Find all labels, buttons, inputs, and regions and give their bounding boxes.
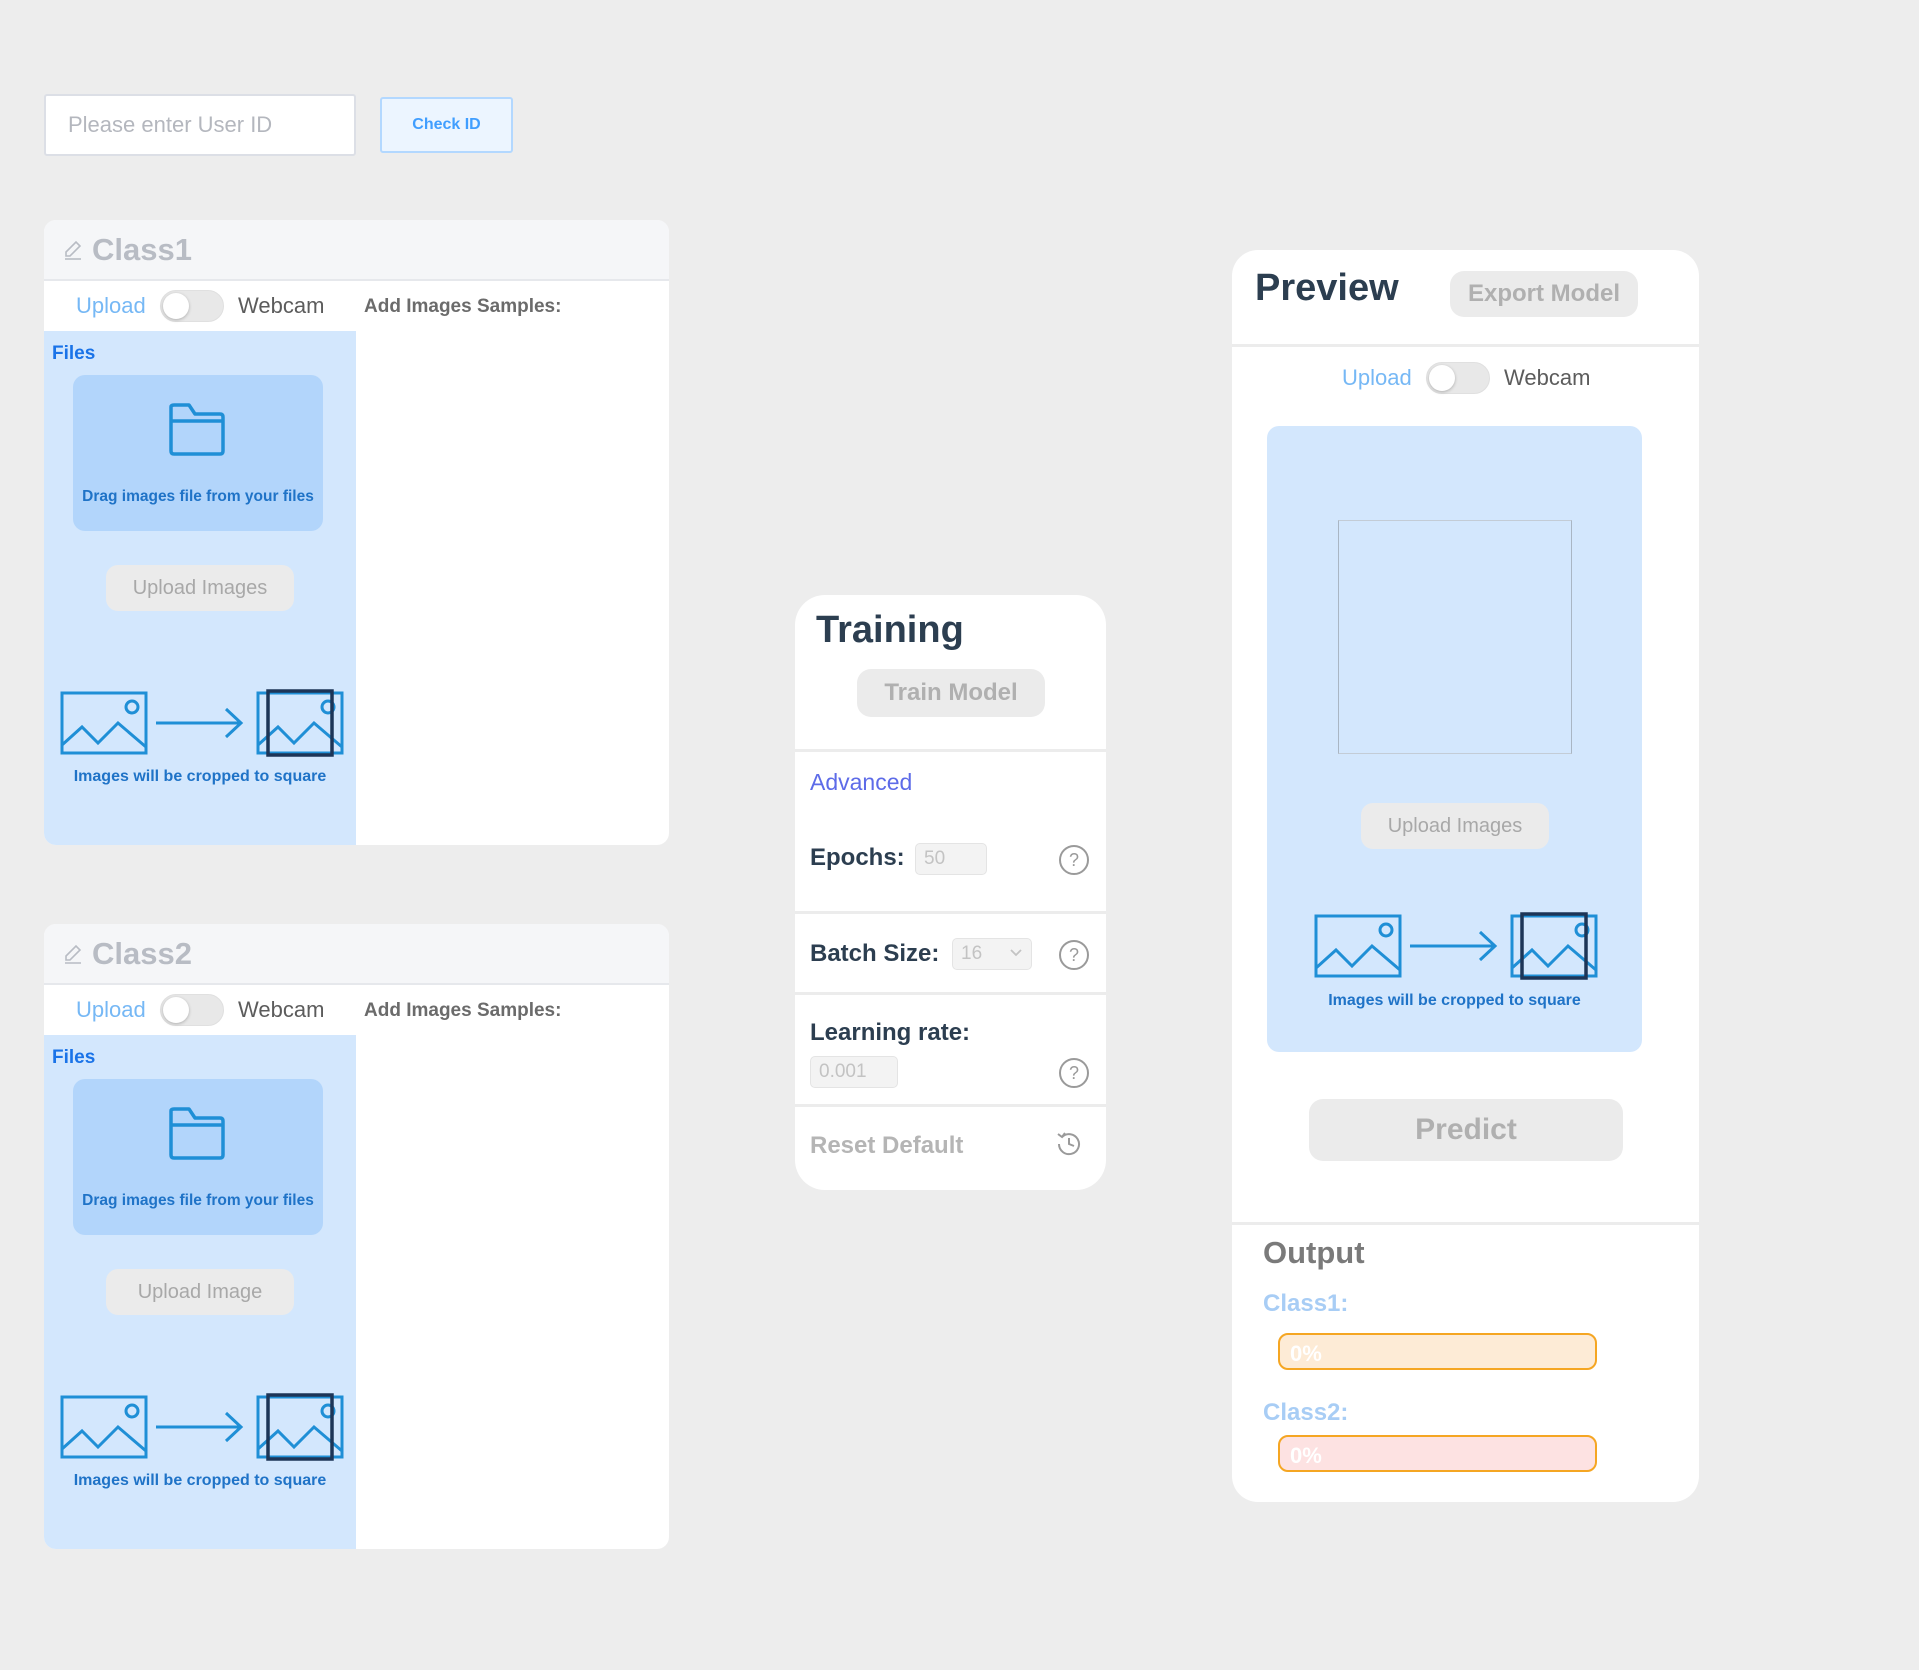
output-label-class2: Class2:	[1263, 1399, 1349, 1426]
learning-rate-input[interactable]: 0.001	[810, 1056, 898, 1088]
files-label: Files	[52, 1047, 96, 1068]
folder-icon	[169, 1107, 225, 1160]
mode-upload-label[interactable]: Upload	[76, 293, 146, 319]
folder-icon	[169, 403, 225, 456]
drop-text: Drag images file from your files	[82, 488, 314, 505]
user-id-input[interactable]	[44, 94, 356, 156]
mode-webcam-label[interactable]: Webcam	[238, 997, 324, 1023]
divider	[795, 992, 1106, 995]
advanced-toggle[interactable]: Advanced	[810, 769, 912, 796]
upload-images-button[interactable]: Upload Images	[106, 565, 294, 611]
mode-upload-label[interactable]: Upload	[1342, 365, 1412, 391]
crop-illustration	[60, 689, 344, 757]
toggle-knob	[1429, 365, 1455, 391]
batch-size-select[interactable]: 16	[952, 938, 1032, 970]
class-title[interactable]: Class1	[92, 232, 192, 268]
reset-default-button[interactable]: Reset Default	[810, 1132, 963, 1160]
samples-label: Add Images Samples:	[364, 296, 562, 317]
image-icon	[60, 691, 148, 755]
preview-image-frame[interactable]	[1338, 520, 1572, 754]
class-card-2: Class2 Upload Webcam Add Images Samples:…	[44, 924, 669, 1549]
upload-images-button[interactable]: Upload Images	[1361, 803, 1549, 849]
image-icon	[60, 1395, 148, 1459]
chevron-down-icon	[1010, 949, 1022, 957]
arrow-right-icon	[156, 707, 244, 739]
training-title: Training	[816, 609, 964, 651]
crop-text: Images will be cropped to square	[73, 1472, 327, 1489]
preview-upload-panel: Upload Images Images will be cropped to …	[1267, 426, 1642, 1052]
toggle-knob	[163, 293, 189, 319]
crop-text: Images will be cropped to square	[73, 768, 327, 785]
check-id-button[interactable]: Check ID	[380, 97, 513, 153]
mode-toggle[interactable]	[160, 994, 224, 1026]
svg-text:?: ?	[1069, 850, 1079, 870]
output-percent: 0%	[1290, 1341, 1322, 1366]
preview-card: Preview Export Model Upload Webcam Uploa…	[1232, 250, 1699, 1502]
output-label-class1: Class1:	[1263, 1290, 1349, 1317]
arrow-right-icon	[156, 1411, 244, 1443]
upload-panel: Files Drag images file from your files U…	[44, 1035, 356, 1549]
divider	[795, 1104, 1106, 1107]
predict-button[interactable]: Predict	[1309, 1099, 1623, 1161]
preview-title: Preview	[1255, 267, 1399, 309]
cropped-image-icon	[1510, 912, 1598, 980]
pencil-icon[interactable]	[62, 239, 84, 261]
arrow-right-icon	[1410, 930, 1498, 962]
epochs-input[interactable]: 50	[915, 843, 987, 875]
cropped-image-icon	[256, 689, 344, 757]
batch-size-value: 16	[961, 943, 983, 964]
output-percent: 0%	[1290, 1443, 1322, 1468]
mode-toggle[interactable]	[1426, 362, 1490, 394]
divider	[1232, 1222, 1699, 1225]
output-bar-class2: 0%	[1278, 1435, 1597, 1472]
class-title[interactable]: Class2	[92, 936, 192, 972]
class-card-1: Class1 Upload Webcam Add Images Samples:…	[44, 220, 669, 845]
drop-text: Drag images file from your files	[82, 1192, 314, 1209]
mode-toggle[interactable]	[160, 290, 224, 322]
crop-text: Images will be cropped to square	[1328, 992, 1581, 1009]
upload-panel: Files Drag images file from your files U…	[44, 331, 356, 845]
upload-image-button[interactable]: Upload Image	[106, 1269, 294, 1315]
export-model-button[interactable]: Export Model	[1450, 271, 1638, 317]
crop-illustration	[1314, 912, 1598, 980]
mode-webcam-label[interactable]: Webcam	[1504, 365, 1590, 391]
drop-zone[interactable]: Drag images file from your files	[73, 1079, 323, 1235]
train-model-button[interactable]: Train Model	[857, 669, 1045, 717]
class-header: Class2	[44, 924, 669, 985]
crop-illustration	[60, 1393, 344, 1461]
input-mode-row: Upload Webcam Add Images Samples:	[44, 281, 669, 331]
divider	[795, 749, 1106, 752]
divider	[1232, 344, 1699, 347]
history-icon[interactable]	[1053, 1128, 1085, 1160]
toggle-knob	[163, 997, 189, 1023]
mode-webcam-label[interactable]: Webcam	[238, 293, 324, 319]
help-icon[interactable]: ?	[1058, 844, 1090, 876]
svg-text:?: ?	[1069, 1063, 1079, 1083]
files-label: Files	[52, 343, 96, 364]
help-icon[interactable]: ?	[1058, 1057, 1090, 1089]
help-icon[interactable]: ?	[1058, 939, 1090, 971]
samples-label: Add Images Samples:	[364, 1000, 562, 1021]
batch-size-label: Batch Size:	[810, 940, 940, 967]
training-card: Training Train Model Advanced Epochs: 50…	[795, 595, 1106, 1190]
learning-rate-label: Learning rate:	[810, 1019, 971, 1046]
class-header: Class1	[44, 220, 669, 281]
mode-upload-label[interactable]: Upload	[76, 997, 146, 1023]
drop-zone[interactable]: Drag images file from your files	[73, 375, 323, 531]
output-bar-class1: 0%	[1278, 1333, 1597, 1370]
divider	[795, 911, 1106, 914]
pencil-icon[interactable]	[62, 943, 84, 965]
input-mode-row: Upload Webcam Add Images Samples:	[44, 985, 669, 1035]
epochs-label: Epochs:	[810, 844, 905, 871]
image-icon	[1314, 914, 1402, 978]
cropped-image-icon	[256, 1393, 344, 1461]
output-title: Output	[1263, 1235, 1365, 1270]
svg-text:?: ?	[1069, 945, 1079, 965]
